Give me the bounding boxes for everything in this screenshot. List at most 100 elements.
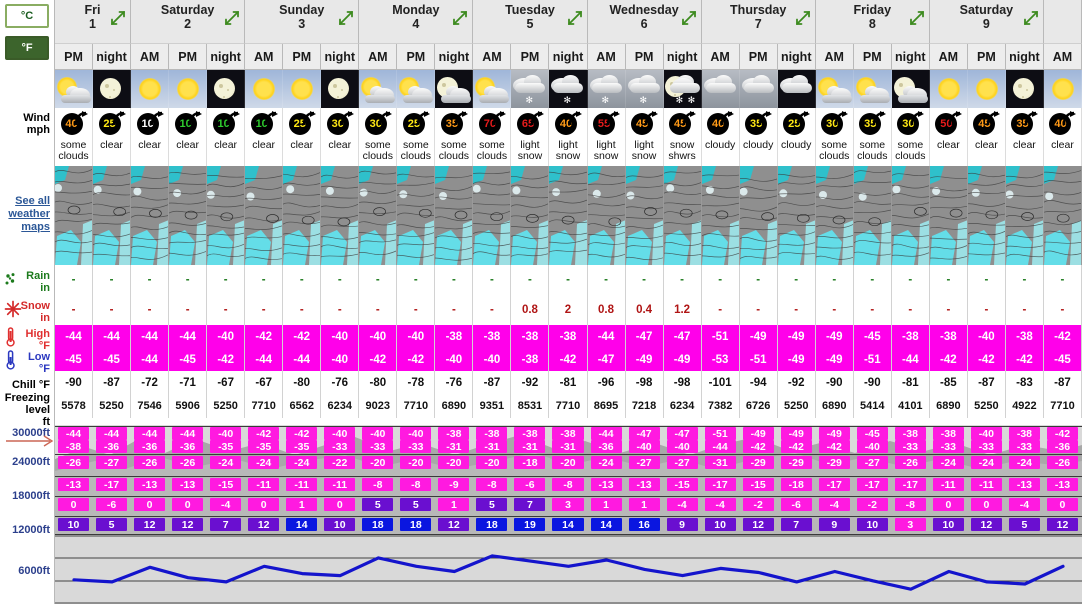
- weather-map-cell[interactable]: [587, 166, 626, 265]
- weather-map-thumbnail-icon[interactable]: [815, 166, 854, 265]
- time-slot-night[interactable]: night: [93, 44, 132, 70]
- weather-map-thumbnail-icon[interactable]: [245, 166, 283, 265]
- weather-map-thumbnail-icon[interactable]: [283, 166, 321, 265]
- weather-map-thumbnail-icon[interactable]: [1043, 166, 1082, 265]
- fahrenheit-toggle-button[interactable]: °F: [5, 36, 49, 60]
- weather-map-cell[interactable]: [663, 166, 702, 265]
- weather-map-thumbnail-icon[interactable]: [321, 166, 359, 265]
- weather-map-cell[interactable]: [1043, 166, 1082, 265]
- time-slot-PM[interactable]: PM: [739, 44, 778, 70]
- high-temp-cell: -40: [207, 325, 246, 348]
- time-slot-AM[interactable]: AM: [245, 44, 284, 70]
- weather-map-cell[interactable]: [549, 166, 588, 265]
- celsius-toggle-button[interactable]: °C: [5, 4, 49, 28]
- wind-direction-arrow-icon: [150, 111, 164, 126]
- weather-map-thumbnail-icon[interactable]: [587, 166, 626, 265]
- weather-map-cell[interactable]: [321, 166, 360, 265]
- weather-map-thumbnail-icon[interactable]: [131, 166, 169, 265]
- weather-map-cell[interactable]: [891, 166, 930, 265]
- weather-map-cell[interactable]: [777, 166, 816, 265]
- weather-map-thumbnail-icon[interactable]: [549, 166, 587, 265]
- weather-map-cell[interactable]: [511, 166, 550, 265]
- time-slot-PM[interactable]: PM: [283, 44, 322, 70]
- weather-map-cell[interactable]: [359, 166, 398, 265]
- time-slot-AM[interactable]: AM: [131, 44, 170, 70]
- time-slot-PM[interactable]: PM: [625, 44, 664, 70]
- weather-map-cell[interactable]: [929, 166, 968, 265]
- see-all-weather-maps-link[interactable]: See all weather maps: [0, 195, 50, 234]
- weather-map-thumbnail-icon[interactable]: [663, 166, 702, 265]
- weather-map-thumbnail-icon[interactable]: [511, 166, 549, 265]
- weather-map-cell[interactable]: [283, 166, 322, 265]
- weather-map-thumbnail-icon[interactable]: [625, 166, 664, 265]
- weather-map-thumbnail-icon[interactable]: [1005, 166, 1044, 265]
- weather-map-cell[interactable]: [207, 166, 246, 265]
- time-slot-night[interactable]: night: [435, 44, 474, 70]
- weather-map-thumbnail-icon[interactable]: [207, 166, 245, 265]
- weather-map-thumbnail-icon[interactable]: [169, 166, 207, 265]
- condition-cell: some clouds: [359, 138, 398, 166]
- time-slot-night[interactable]: night: [207, 44, 246, 70]
- weather-map-cell[interactable]: [131, 166, 170, 265]
- weather-map-cell[interactable]: [473, 166, 512, 265]
- time-slot-night[interactable]: night: [777, 44, 816, 70]
- weather-map-thumbnail-icon[interactable]: [891, 166, 930, 265]
- rain-cell: -: [587, 265, 626, 295]
- time-slot-AM[interactable]: AM: [815, 44, 854, 70]
- weather-map-cell[interactable]: [169, 166, 208, 265]
- weather-map-thumbnail-icon[interactable]: [929, 166, 968, 265]
- time-slot-AM[interactable]: AM: [587, 44, 626, 70]
- weather-map-cell[interactable]: [853, 166, 892, 265]
- cloud-icon: [743, 83, 774, 93]
- weather-map-cell[interactable]: [435, 166, 474, 265]
- weather-map-thumbnail-icon[interactable]: [701, 166, 740, 265]
- weather-map-cell[interactable]: [245, 166, 284, 265]
- chill-cell: -92: [511, 371, 550, 394]
- wind-badge: 35: [1011, 111, 1039, 135]
- time-slot-PM[interactable]: PM: [169, 44, 208, 70]
- weather-map-cell[interactable]: [967, 166, 1006, 265]
- time-slot-AM[interactable]: AM: [359, 44, 398, 70]
- upper-air-temp-chip: -13: [172, 478, 204, 491]
- upper-air-temp-chip: 0: [172, 498, 204, 511]
- time-slot-PM[interactable]: PM: [853, 44, 892, 70]
- time-slot-AM[interactable]: AM: [929, 44, 968, 70]
- weather-map-thumbnail-icon[interactable]: [359, 166, 397, 265]
- weather-map-thumbnail-icon[interactable]: [435, 166, 473, 265]
- time-slot-AM[interactable]: AM: [473, 44, 512, 70]
- time-slot-night[interactable]: night: [321, 44, 360, 70]
- weather-map-cell[interactable]: [55, 166, 94, 265]
- time-slot-PM[interactable]: PM: [967, 44, 1006, 70]
- weather-map-thumbnail-icon[interactable]: [777, 166, 816, 265]
- weather-map-thumbnail-icon[interactable]: [739, 166, 778, 265]
- weather-map-thumbnail-icon[interactable]: [397, 166, 435, 265]
- weather-map-cell[interactable]: [93, 166, 132, 265]
- time-slot-night[interactable]: night: [549, 44, 588, 70]
- weather-map-cell[interactable]: [1005, 166, 1044, 265]
- time-slot-night[interactable]: night: [891, 44, 930, 70]
- time-slot-night[interactable]: night: [1005, 44, 1044, 70]
- snow-cell: -: [93, 295, 132, 325]
- wind-cell: 50: [929, 108, 968, 138]
- time-slot-AM[interactable]: AM: [1043, 44, 1082, 70]
- time-slot-AM[interactable]: AM: [701, 44, 740, 70]
- weather-map-cell[interactable]: [815, 166, 854, 265]
- weather-map-thumbnail-icon[interactable]: [93, 166, 131, 265]
- snow-cell: -: [967, 295, 1006, 325]
- weather-map-cell[interactable]: [625, 166, 664, 265]
- cloud-icon: [705, 83, 736, 93]
- time-slot-PM[interactable]: PM: [55, 44, 94, 70]
- weather-map-cell[interactable]: [397, 166, 436, 265]
- time-slot-PM[interactable]: PM: [397, 44, 436, 70]
- weather-map-thumbnail-icon[interactable]: [853, 166, 892, 265]
- weather-map-cell[interactable]: [701, 166, 740, 265]
- time-slot-PM[interactable]: PM: [511, 44, 550, 70]
- weather-map-cell[interactable]: [739, 166, 778, 265]
- upper-air-temp-chip: -26: [172, 456, 204, 469]
- weather-map-thumbnail-icon[interactable]: [967, 166, 1006, 265]
- weather-map-thumbnail-icon[interactable]: [55, 166, 93, 265]
- upper-air-temp-chip: 5: [1008, 518, 1040, 531]
- weather-map-thumbnail-icon[interactable]: [473, 166, 511, 265]
- time-slot-night[interactable]: night: [663, 44, 702, 70]
- wind-direction-arrow-icon: [264, 111, 278, 126]
